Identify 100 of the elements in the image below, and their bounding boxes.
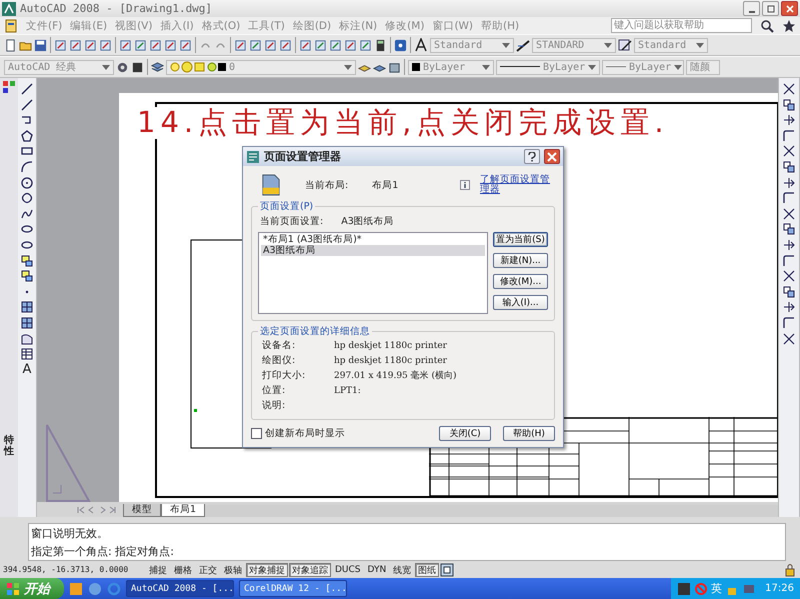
status-toggle[interactable]: 极轴 (221, 562, 245, 576)
text-style-icon[interactable] (414, 38, 428, 52)
modify-tool-icon[interactable] (782, 82, 796, 96)
close-button[interactable] (544, 149, 560, 164)
table-style-icon[interactable] (618, 38, 632, 52)
modify-tool-icon[interactable] (782, 316, 796, 330)
horizontal-scrollbar[interactable] (205, 505, 778, 517)
modify-tool-icon[interactable] (782, 222, 796, 236)
maximize-button[interactable] (762, 1, 779, 16)
modify-tool-icon[interactable] (782, 98, 796, 112)
toolbar-icon[interactable] (119, 38, 132, 52)
layout-tab[interactable]: 模型 (123, 504, 161, 517)
toolbar-icon[interactable] (234, 38, 247, 52)
modify-tool-icon[interactable] (782, 269, 796, 284)
status-toggle[interactable]: 栅格 (171, 562, 195, 576)
status-toggle[interactable]: 图纸 (415, 562, 440, 576)
circle-icon[interactable] (20, 176, 34, 190)
dialog-button[interactable]: 修改(M)... (493, 274, 548, 289)
dialog-button[interactable]: 帮助(H) (503, 426, 555, 441)
toolbar-icon[interactable] (329, 38, 342, 52)
status-toggle[interactable]: 对象追踪 (289, 562, 331, 576)
toolbar-icon[interactable] (394, 38, 407, 52)
command-window[interactable]: 窗口说明无效。 指定第一个角点: 指定对角点: (28, 523, 786, 561)
modify-tool-icon[interactable] (782, 144, 796, 158)
dialog-button[interactable]: 关闭(C) (439, 426, 491, 441)
modify-tool-icon[interactable] (782, 300, 796, 314)
layer-tool-icon[interactable] (388, 60, 401, 74)
page-setups-list[interactable]: *布局1 (A3图纸布局)* A3图纸布局 (258, 232, 488, 314)
close-button[interactable] (781, 1, 798, 16)
tray-icon[interactable] (677, 582, 692, 596)
quick-launch-icon[interactable] (69, 582, 83, 596)
toolbar-icon[interactable] (34, 38, 47, 52)
page-setup-item[interactable]: A3图纸布局 (261, 245, 485, 256)
modify-tool-icon[interactable] (782, 254, 796, 268)
help-button[interactable] (524, 149, 540, 164)
modify-tool-icon[interactable] (782, 113, 796, 128)
gear-icon[interactable] (116, 60, 129, 74)
page-setup-item[interactable]: *布局1 (A3图纸布局)* (261, 234, 485, 245)
draw-tool-icon[interactable] (20, 300, 34, 314)
dialog-button[interactable]: 输入(I)... (493, 295, 548, 310)
draw-tool-icon[interactable] (20, 98, 34, 112)
toolbar-icon[interactable] (264, 38, 277, 52)
dialog-title: 页面设置管理器 (264, 149, 341, 164)
toolbar-icon[interactable] (149, 38, 162, 52)
toolbar-icon[interactable] (99, 38, 112, 52)
table-icon[interactable] (20, 347, 34, 362)
status-toggle[interactable]: DYN (364, 562, 390, 576)
taskbar-button[interactable]: AutoCAD 2008 - [... (126, 580, 234, 597)
search-icon[interactable] (760, 18, 774, 32)
modify-tool-icon[interactable] (782, 332, 796, 346)
toolbar-icon[interactable] (54, 38, 67, 52)
draw-tool-icon[interactable] (20, 269, 34, 284)
help-search-field[interactable]: 键入问题以获取帮助 (611, 18, 752, 33)
toolbar-icon[interactable] (84, 38, 97, 52)
taskbar-button[interactable]: CorelDRAW 12 - [... (239, 580, 347, 597)
polygon-icon[interactable] (20, 128, 34, 143)
toolbar-icon[interactable] (344, 38, 357, 52)
status-toggle[interactable]: 正交 (196, 562, 220, 576)
draw-tool-icon[interactable] (20, 82, 34, 96)
modify-tool-icon[interactable] (782, 206, 796, 221)
layout-tab[interactable]: 布局1 (161, 504, 206, 517)
learn-more-link[interactable]: 了解页面设置管理器 (480, 175, 555, 195)
toolbar-icon[interactable] (279, 38, 292, 52)
modify-tool-icon[interactable] (782, 284, 796, 299)
modify-tool-icon[interactable] (782, 176, 796, 190)
properties-palette-strip[interactable]: 特性 (0, 78, 18, 517)
draw-tool-icon[interactable] (20, 254, 34, 268)
toolbar-icon[interactable] (249, 38, 262, 52)
toolbar-icon[interactable] (314, 38, 327, 52)
status-toggle[interactable]: DUCS (332, 562, 364, 576)
layers-icon[interactable] (151, 60, 164, 74)
modify-tool-icon[interactable] (782, 191, 796, 206)
draw-tool-icon[interactable] (20, 191, 34, 206)
toolbar-icon[interactable] (359, 38, 372, 52)
modify-tool-icon[interactable] (782, 238, 796, 252)
status-toggle[interactable]: 捕捉 (146, 562, 170, 576)
dialog-button[interactable]: 置为当前(S) (493, 232, 548, 247)
dimension-style-icon[interactable] (516, 38, 530, 52)
star-icon[interactable] (782, 18, 796, 32)
toolbar-icon[interactable] (4, 38, 17, 52)
status-toggle[interactable]: 线宽 (390, 562, 414, 576)
toolbar-icon[interactable] (131, 60, 144, 74)
text-tool-button[interactable]: A (22, 362, 32, 377)
toolbar-icon[interactable] (374, 38, 387, 52)
dialog-button[interactable]: 新建(N)... (493, 253, 548, 268)
draw-tool-icon[interactable] (20, 160, 34, 174)
modify-tool-icon[interactable] (782, 160, 796, 174)
viewport-icon[interactable] (440, 562, 454, 576)
toolbar-icon[interactable] (134, 38, 147, 52)
minimize-button[interactable] (743, 1, 760, 16)
toolbar-icon[interactable] (69, 38, 82, 52)
toolbar-icon[interactable] (164, 38, 177, 52)
checkbox[interactable] (251, 428, 262, 439)
toolbar-icon[interactable] (179, 38, 192, 52)
draw-tool-icon[interactable] (20, 316, 34, 330)
toolbar-icon[interactable] (299, 38, 312, 52)
draw-tool-icon[interactable] (20, 332, 34, 346)
modify-tool-icon[interactable] (782, 128, 796, 143)
lock-icon[interactable] (783, 562, 797, 576)
status-toggle[interactable]: 对象捕捉 (246, 562, 288, 576)
